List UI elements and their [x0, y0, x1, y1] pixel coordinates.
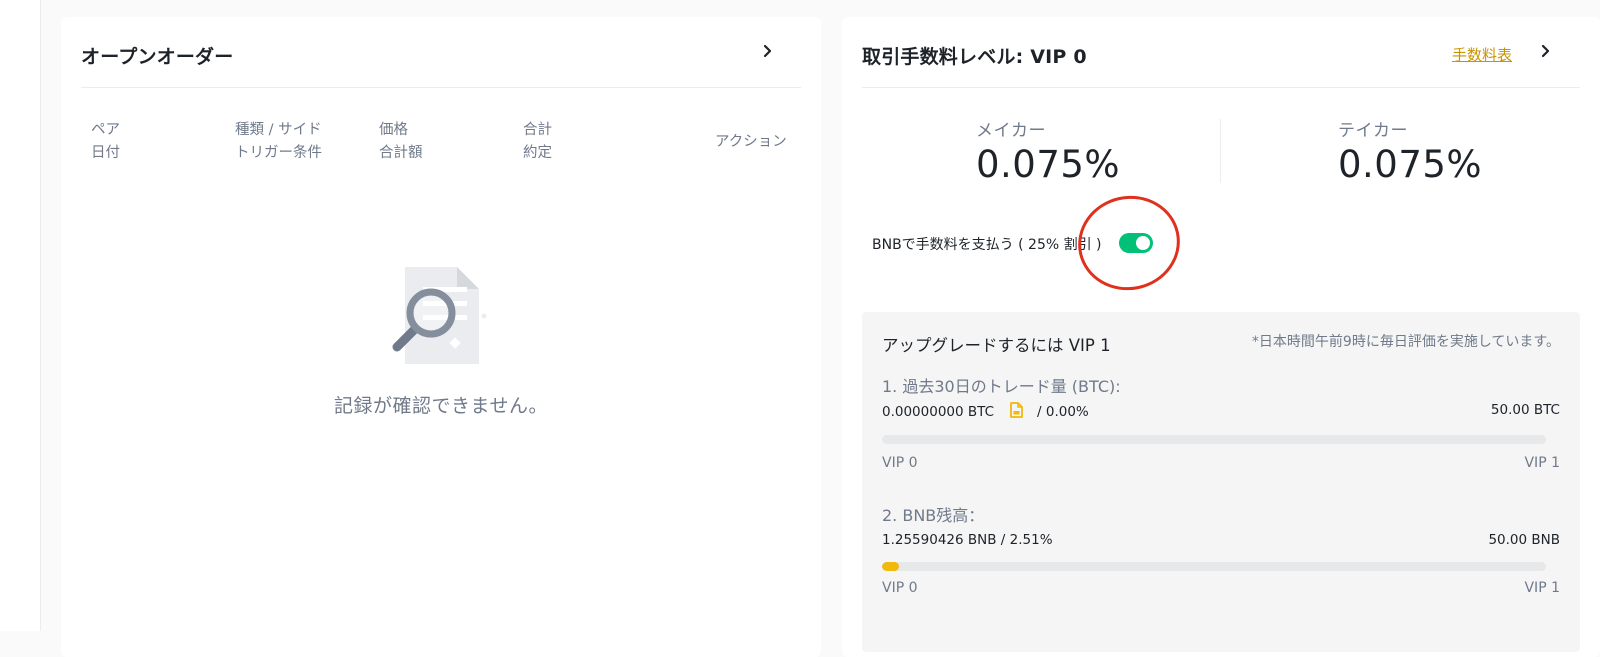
left-sidebar — [0, 0, 41, 631]
fee-level-title: 取引手数料レベル: VIP 0 — [862, 46, 1087, 68]
toggle-knob — [1136, 236, 1150, 250]
upgrade-note: *日本時間午前9時に毎日評価を実施しています。 — [1251, 334, 1560, 350]
column-header-pair-date: ペア 日付 — [91, 122, 120, 161]
open-orders-chevron-right-icon[interactable] — [756, 39, 780, 63]
bnb-balance-from-level: VIP 0 — [882, 580, 918, 596]
maker-fee: メイカー 0.075% — [976, 116, 1120, 186]
column-header-action: アクション — [715, 134, 787, 150]
bnb-balance-progress-bar — [882, 562, 1546, 571]
bnb-balance-progress-fill — [882, 562, 899, 571]
fee-table-link[interactable]: 手数料表 — [1452, 44, 1512, 65]
bnb-pay-fees-label: BNBで手数料を支払う ( 25% 割引 ) — [872, 237, 1102, 253]
open-orders-title: オープンオーダー — [81, 46, 234, 68]
open-orders-card: オープンオーダー ペア 日付 種類 / サイド トリガー条件 価格 合計額 合計… — [61, 17, 821, 657]
fee-level-divider — [862, 87, 1580, 88]
maker-fee-value: 0.075% — [976, 143, 1121, 186]
bnb-balance-label: 2. BNB残高： — [882, 506, 985, 525]
trade-volume-label: 1. 過去30日のトレード量 (BTC): — [882, 377, 1121, 396]
open-orders-divider — [81, 87, 801, 88]
bnb-balance-current: 1.25590426 BNB / 2.51% — [882, 532, 1053, 548]
no-records-magnifier-icon — [383, 239, 523, 369]
upgrade-title: アップグレードするには VIP 1 — [882, 336, 1111, 355]
fee-level-card: 取引手数料レベル: VIP 0 手数料表 メイカー 0.075% テイカー 0.… — [842, 17, 1600, 657]
document-icon[interactable] — [1010, 402, 1023, 422]
trade-volume-progress-bar — [882, 435, 1546, 444]
trade-volume-to-level: VIP 1 — [1524, 455, 1560, 471]
trade-volume-current-row: 0.00000000 BTC / 0.00% — [882, 402, 1089, 422]
no-records-text: 記録が確認できません。 — [334, 395, 548, 417]
taker-fee-label: テイカー — [1338, 121, 1408, 141]
taker-fee: テイカー 0.075% — [1338, 116, 1482, 186]
fee-level-chevron-right-icon[interactable] — [1534, 39, 1558, 63]
trade-volume-from-level: VIP 0 — [882, 455, 918, 471]
upgrade-panel: アップグレードするには VIP 1 *日本時間午前9時に毎日評価を実施しています… — [862, 312, 1580, 652]
fee-vertical-divider — [1220, 119, 1221, 183]
taker-fee-value: 0.075% — [1338, 143, 1483, 186]
column-header-amount-filled: 合計 約定 — [523, 122, 552, 161]
trade-volume-current: 0.00000000 BTC — [882, 404, 995, 420]
column-header-type-trigger: 種類 / サイド トリガー条件 — [235, 122, 322, 161]
column-header-price-total: 価格 合計額 — [379, 122, 423, 161]
trade-volume-target: 50.00 BTC — [1490, 402, 1560, 418]
bnb-balance-to-level: VIP 1 — [1524, 580, 1560, 596]
bnb-pay-fees-toggle[interactable] — [1119, 233, 1153, 253]
maker-fee-label: メイカー — [976, 121, 1046, 141]
trade-volume-percent: / 0.00% — [1037, 404, 1089, 420]
bnb-balance-target: 50.00 BNB — [1488, 532, 1560, 548]
